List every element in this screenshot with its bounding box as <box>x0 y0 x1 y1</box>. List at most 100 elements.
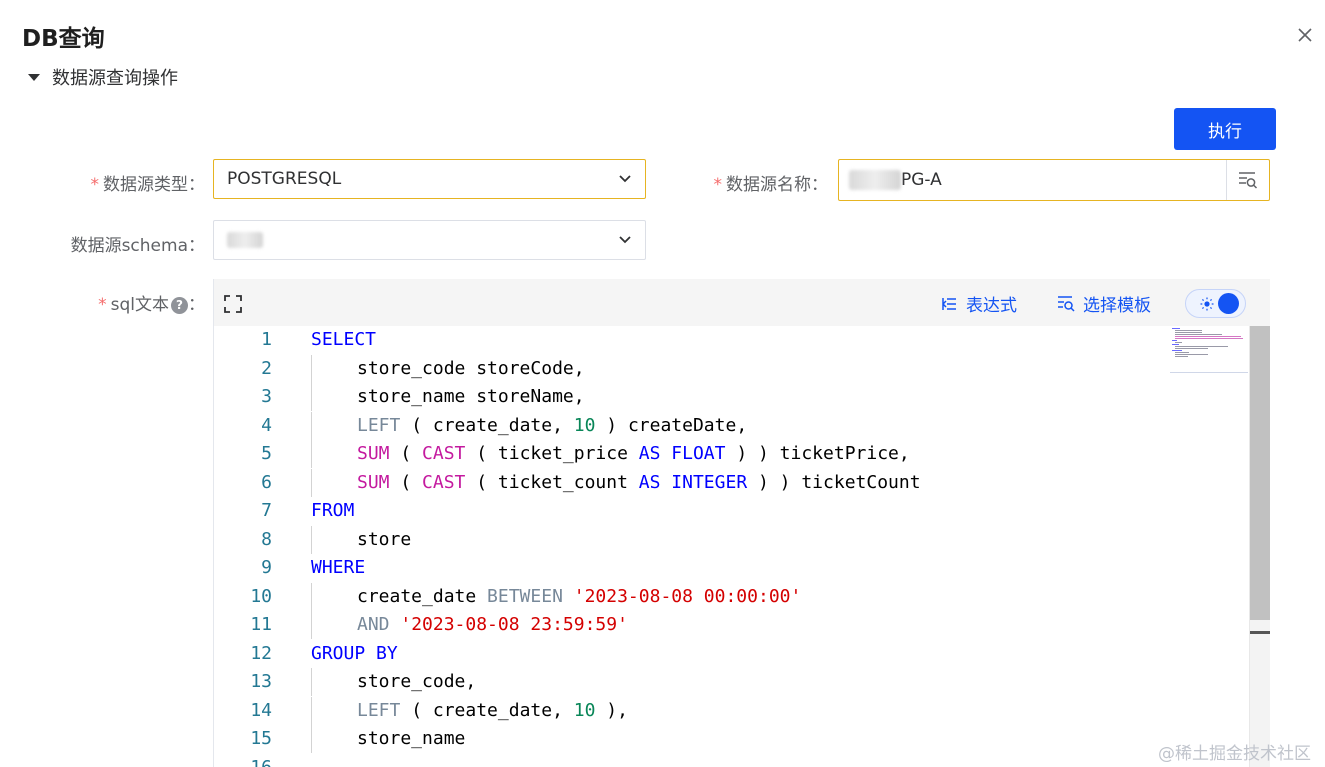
expression-button[interactable]: 表达式 <box>940 291 1017 316</box>
theme-toggle[interactable] <box>1185 289 1246 318</box>
line-number: 2 <box>261 357 272 379</box>
indent-guide <box>311 725 312 753</box>
code-line[interactable]: 8 store <box>214 525 1169 554</box>
search-list-icon[interactable] <box>1226 160 1269 200</box>
code-line[interactable]: 12 GROUP BY <box>214 640 1169 668</box>
execute-button[interactable]: 执行 <box>1174 108 1276 150</box>
code-text: create_date BETWEEN '2023-08-08 00:00:00… <box>357 583 801 611</box>
code-token: CAST <box>422 443 466 464</box>
editor-scrollbar[interactable] <box>1249 326 1270 767</box>
code-token: LEFT <box>357 414 401 436</box>
sun-icon <box>1200 297 1214 311</box>
line-number: 8 <box>261 528 272 550</box>
code-token: store <box>357 528 412 550</box>
help-icon[interactable]: ? <box>171 296 188 314</box>
minimap-line <box>1172 344 1179 345</box>
code-text: store <box>357 526 411 554</box>
chevron-down-icon <box>605 174 645 184</box>
code-token: ( ticket_price <box>465 443 639 464</box>
line-number: 14 <box>250 699 272 721</box>
code-token: ( <box>389 443 423 464</box>
indent-guide <box>311 525 312 554</box>
editor-minimap[interactable] <box>1170 326 1248 373</box>
select-template-button[interactable]: 选择模板 <box>1057 291 1151 316</box>
code-area[interactable]: 1 SELECT 2 store_code storeCode, 3 store_name… <box>214 326 1249 767</box>
code-line[interactable]: 1 SELECT <box>214 326 1169 354</box>
code-token: BETWEEN <box>487 585 563 607</box>
code-token: LEFT <box>357 699 401 721</box>
indent-guide <box>311 440 312 468</box>
minimap-line <box>1172 328 1180 329</box>
code-line[interactable]: 5 SUM ( CAST ( ticket_price AS FLOAT ) ) … <box>214 440 1169 468</box>
close-icon[interactable] <box>1294 24 1316 46</box>
code-token: ), <box>595 699 628 721</box>
code-line[interactable]: 2 store_code storeCode, <box>214 354 1169 383</box>
code-line[interactable]: 7 FROM <box>214 497 1169 525</box>
watermark: @稀土掘金技术社区 <box>1158 744 1311 764</box>
template-search-icon <box>1058 295 1075 312</box>
code-token: SELECT <box>311 329 377 350</box>
code-token: ) createDate, <box>595 414 748 436</box>
fullscreen-icon[interactable] <box>224 295 242 313</box>
minimap-line <box>1175 346 1229 347</box>
code-line[interactable]: 10 create_date BETWEEN '2023-08-08 00:00:… <box>214 582 1169 611</box>
code-token: AND <box>357 614 390 635</box>
code-text: store_name storeName, <box>357 383 585 411</box>
sql-editor[interactable]: 表达式 选择模板 1 SELECT 2 store_code storeCode, 3 s… <box>213 279 1270 767</box>
redacted-text <box>849 170 901 190</box>
code-token: store_name storeName, <box>357 386 585 407</box>
code-token: store_code, <box>357 671 477 692</box>
line-number: 12 <box>250 642 272 664</box>
section-title: 数据源查询操作 <box>52 68 178 89</box>
code-text: LEFT ( create_date, 10 ) createDate, <box>357 412 747 440</box>
code-line[interactable]: 9 WHERE <box>214 554 1169 582</box>
datasource-type-select[interactable]: POSTGRESQL <box>213 159 646 199</box>
code-line[interactable]: 16 <box>214 754 1169 767</box>
indent-guide <box>311 696 312 725</box>
indent-guide <box>311 668 312 696</box>
code-line[interactable]: 3 store_name storeName, <box>214 383 1169 411</box>
code-token: ( ticket_count <box>465 471 639 493</box>
section-header[interactable]: 数据源查询操作 <box>28 64 178 90</box>
code-token: ) ) ticketPrice, <box>725 443 910 464</box>
code-line[interactable]: 15 store_name <box>214 725 1169 753</box>
indent-guide <box>311 383 312 411</box>
code-line[interactable]: 14 LEFT ( create_date, 10 ), <box>214 696 1169 725</box>
code-text: AND '2023-08-08 23:59:59' <box>357 611 628 639</box>
expression-icon <box>942 297 956 310</box>
minimap-line <box>1172 350 1183 351</box>
code-token: '2023-08-08 23:59:59' <box>400 614 628 635</box>
datasource-schema-select[interactable] <box>213 220 646 260</box>
code-line[interactable]: 4 LEFT ( create_date, 10 ) createDate, <box>214 411 1169 440</box>
code-line[interactable]: 6 SUM ( CAST ( ticket_count AS INTEGER ) … <box>214 468 1169 497</box>
datasource-name-input[interactable]: PG-A <box>838 159 1270 201</box>
indent-guide <box>311 582 312 611</box>
code-token: AS INTEGER <box>638 471 748 493</box>
name-label: * 数据源名称： <box>713 175 829 195</box>
code-text: GROUP BY <box>311 640 398 668</box>
scrollbar-thumb[interactable] <box>1250 326 1270 620</box>
minimap-line <box>1175 330 1203 331</box>
code-token: CAST <box>422 471 466 493</box>
line-number: 7 <box>261 500 272 521</box>
minimap-line <box>1175 336 1242 337</box>
minimap-line <box>1175 332 1203 333</box>
code-token: 10 <box>573 414 596 436</box>
minimap-line <box>1175 356 1188 357</box>
line-number: 5 <box>261 443 272 464</box>
code-line[interactable]: 11 AND '2023-08-08 23:59:59' <box>214 611 1169 639</box>
indent-guide <box>311 354 312 383</box>
code-token: SUM <box>357 443 390 464</box>
minimap-line <box>1175 338 1243 339</box>
line-number: 15 <box>250 728 272 749</box>
datasource-name-value: PG-A <box>839 170 1226 190</box>
code-token: store_code storeCode, <box>357 357 585 379</box>
minimap-line <box>1175 352 1190 353</box>
line-number: 6 <box>261 471 272 493</box>
code-line[interactable]: 13 store_code, <box>214 668 1169 696</box>
indent-guide <box>311 411 312 440</box>
minimap-line <box>1175 348 1208 349</box>
code-text: LEFT ( create_date, 10 ), <box>357 697 628 725</box>
